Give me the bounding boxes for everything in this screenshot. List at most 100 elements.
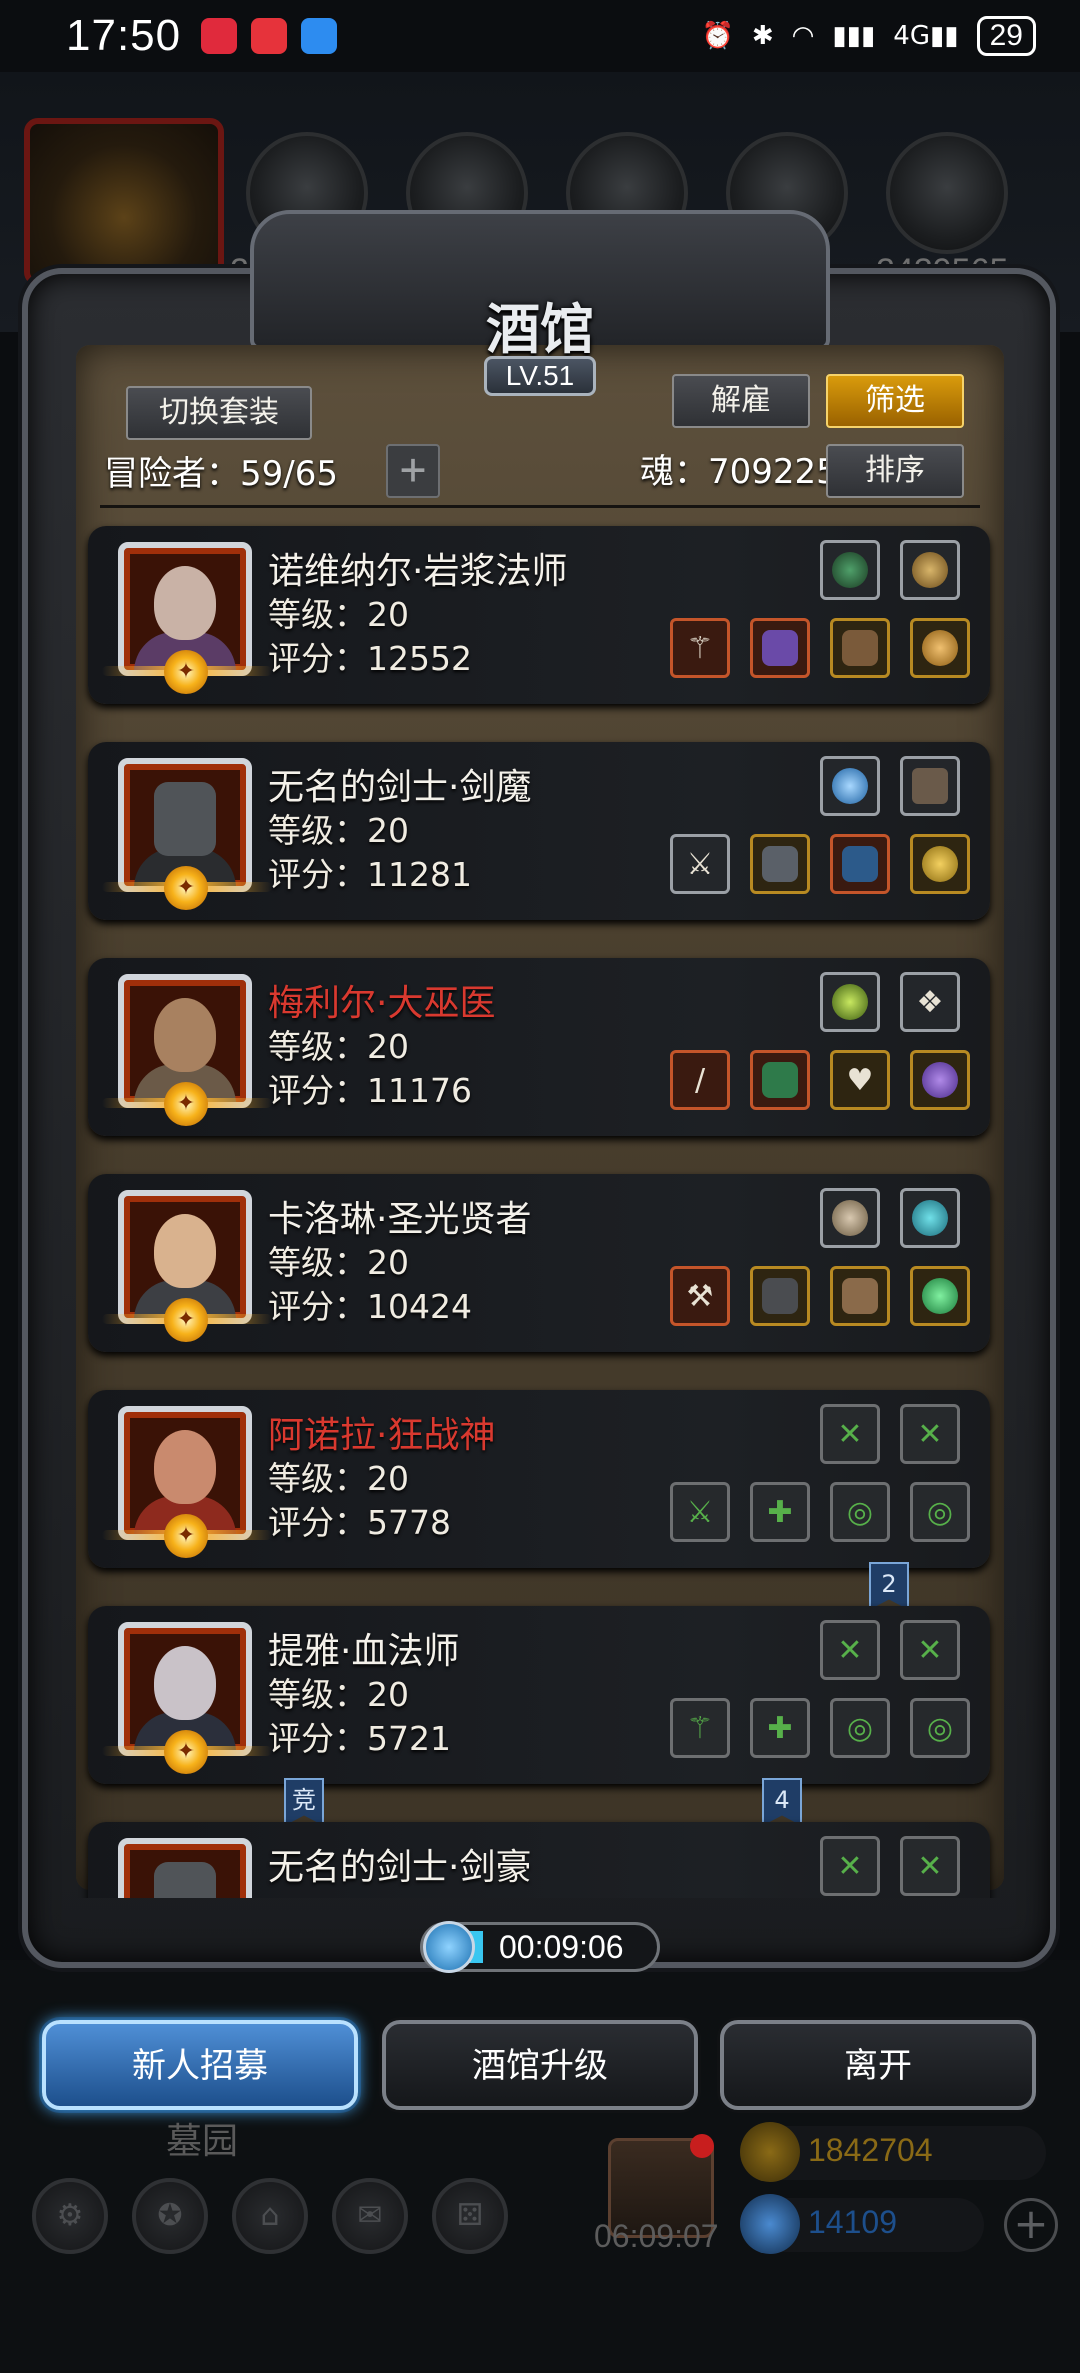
add-slot-button[interactable]: + bbox=[386, 444, 440, 498]
diamond-icon bbox=[740, 2194, 800, 2254]
amulet-slot-icon[interactable] bbox=[820, 540, 880, 600]
empty-weapon-slot-icon[interactable]: ⚚ bbox=[670, 1698, 730, 1758]
gold-coin-icon bbox=[740, 2122, 800, 2182]
upgrade-tavern-button[interactable]: 酒馆升级 bbox=[382, 2020, 698, 2110]
hero-face bbox=[154, 1646, 216, 1720]
armor-slot-icon[interactable] bbox=[750, 1266, 810, 1326]
hero-card[interactable]: ✦ 诺维纳尔·岩浆法师 等级：20 评分：12552 ⚚ bbox=[88, 526, 990, 704]
add-currency-button[interactable]: + bbox=[1004, 2198, 1058, 2252]
filter-button[interactable]: 筛选 bbox=[826, 374, 964, 428]
wand-slot-icon[interactable]: / bbox=[670, 1050, 730, 1110]
lantern-slot-icon[interactable] bbox=[820, 972, 880, 1032]
sword-slot-icon[interactable]: ⚔ bbox=[670, 834, 730, 894]
empty-slot-icon[interactable]: ✕ bbox=[820, 1620, 880, 1680]
status-app-icons bbox=[201, 18, 338, 54]
empty-ring-slot-icon[interactable]: ◎ bbox=[910, 1698, 970, 1758]
gem-slot-icon[interactable] bbox=[900, 1188, 960, 1248]
refresh-timer: 00:09:06 bbox=[420, 1921, 660, 1973]
sort-button[interactable]: 排序 bbox=[826, 444, 964, 498]
clock-icon bbox=[423, 1921, 475, 1973]
empty-slot-icon[interactable]: ✕ bbox=[900, 1620, 960, 1680]
shield-slot-icon[interactable] bbox=[830, 834, 890, 894]
crown-building-icon[interactable] bbox=[24, 118, 224, 286]
hero-portrait[interactable] bbox=[118, 1838, 252, 1898]
empty-slot-icon[interactable]: ✕ bbox=[820, 1836, 880, 1896]
hero-face bbox=[154, 566, 216, 640]
staff-slot-icon[interactable]: ⚚ bbox=[670, 618, 730, 678]
armor-slot-icon[interactable] bbox=[750, 618, 810, 678]
gold-currency: 1842704 bbox=[740, 2122, 1046, 2182]
adventurer-count: 冒险者：59/65 bbox=[104, 454, 338, 494]
gem-slot-icon[interactable] bbox=[820, 756, 880, 816]
hero-level: 等级：20 bbox=[268, 1675, 409, 1714]
emblem-slot-icon[interactable]: ❖ bbox=[900, 972, 960, 1032]
location-label: 墓园 bbox=[166, 2121, 239, 2162]
gear-icon[interactable]: ⚙ bbox=[32, 2178, 108, 2254]
ring-slot-icon[interactable] bbox=[910, 618, 970, 678]
hero-card[interactable]: ✦ 阿诺拉·狂战神 等级：20 评分：5778 ✕ ✕ ⚔ ✚ ◎ ◎ bbox=[88, 1390, 990, 1568]
signal-4g-icon: 4G▮▮ bbox=[893, 21, 959, 51]
page-title: 酒馆 bbox=[486, 297, 594, 361]
hero-card[interactable]: 无名的剑士·剑豪 ✕ ✕ bbox=[88, 1822, 990, 1898]
hero-list[interactable]: ✦ 诺维纳尔·岩浆法师 等级：20 评分：12552 ⚚ ✦ 无名的剑士·剑魔 … bbox=[76, 510, 1004, 1898]
hero-face bbox=[154, 1430, 216, 1504]
hero-card[interactable]: ✦ 梅利尔·大巫医 等级：20 评分：11176 ❖ / ♥ bbox=[88, 958, 990, 1136]
mail-icon[interactable]: ✉ bbox=[332, 2178, 408, 2254]
mask-slot-icon[interactable] bbox=[830, 1266, 890, 1326]
hero-level: 等级：20 bbox=[268, 1027, 409, 1066]
empty-slot-icon[interactable]: ✕ bbox=[900, 1404, 960, 1464]
hero-level: 等级：20 bbox=[268, 595, 409, 634]
alarm-icon: ⏰ bbox=[701, 21, 734, 51]
hero-name: 无名的剑士·剑豪 bbox=[268, 1847, 532, 1888]
empty-weapon-slot-icon[interactable]: ⚔ bbox=[670, 1482, 730, 1542]
empty-ring-slot-icon[interactable]: ◎ bbox=[830, 1482, 890, 1542]
position-tag: 2 bbox=[869, 1562, 909, 1610]
star-badge-icon[interactable]: ✪ bbox=[132, 2178, 208, 2254]
tome-slot-icon[interactable] bbox=[900, 756, 960, 816]
hero-card[interactable]: ✦ 卡洛琳·圣光贤者 等级：20 评分：10424 ⚒ bbox=[88, 1174, 990, 1352]
empty-ring-slot-icon[interactable]: ◎ bbox=[830, 1698, 890, 1758]
emerald-slot-icon[interactable] bbox=[910, 1266, 970, 1326]
hero-score: 评分：5721 bbox=[268, 1719, 451, 1758]
battery-indicator: 29 bbox=[976, 16, 1036, 56]
empty-slot-icon[interactable]: ✕ bbox=[900, 1836, 960, 1896]
hero-level: 等级：20 bbox=[268, 1243, 409, 1282]
empty-armor-slot-icon[interactable]: ✚ bbox=[750, 1482, 810, 1542]
armor-slot-icon[interactable] bbox=[750, 834, 810, 894]
hero-face bbox=[154, 782, 216, 856]
dismiss-button[interactable]: 解雇 bbox=[672, 374, 810, 428]
rank-star-icon: ✦ bbox=[164, 1730, 208, 1774]
armor-slot-icon[interactable] bbox=[750, 1050, 810, 1110]
tavern-level-badge: LV.51 bbox=[484, 356, 596, 396]
weather-app-icon bbox=[301, 18, 338, 54]
notification-dot bbox=[690, 2134, 714, 2158]
position-tag: 4 bbox=[762, 1778, 802, 1826]
hammer-slot-icon[interactable]: ⚒ bbox=[670, 1266, 730, 1326]
switch-set-button[interactable]: 切换套装 bbox=[126, 386, 312, 440]
hero-name: 诺维纳尔·岩浆法师 bbox=[268, 551, 568, 592]
empty-armor-slot-icon[interactable]: ✚ bbox=[750, 1698, 810, 1758]
ring-slot-icon[interactable] bbox=[910, 1050, 970, 1110]
hero-name: 阿诺拉·狂战神 bbox=[268, 1415, 496, 1456]
gold-value: 1842704 bbox=[808, 2132, 933, 2168]
medal-slot-icon[interactable] bbox=[900, 540, 960, 600]
guild-icon[interactable]: ⌂ bbox=[232, 2178, 308, 2254]
hero-card[interactable]: ✦ 无名的剑士·剑魔 等级：20 评分：11281 ⚔ bbox=[88, 742, 990, 920]
recruit-button[interactable]: 新人招募 bbox=[42, 2020, 358, 2110]
hero-score: 评分：10424 bbox=[268, 1287, 472, 1326]
empty-ring-slot-icon[interactable]: ◎ bbox=[910, 1482, 970, 1542]
diamond-value: 14109 bbox=[808, 2204, 897, 2240]
hero-name: 无名的剑士·剑魔 bbox=[268, 767, 532, 808]
leave-button[interactable]: 离开 bbox=[720, 2020, 1036, 2110]
hero-face bbox=[154, 1214, 216, 1288]
charm-slot-icon[interactable] bbox=[820, 1188, 880, 1248]
empty-slot-icon[interactable]: ✕ bbox=[820, 1404, 880, 1464]
status-bar: 17:50 ⏰ ✱ ◠ ▮▮▮ 4G▮▮ 29 bbox=[0, 0, 1080, 72]
ring-slot-icon[interactable] bbox=[910, 834, 970, 894]
rank-star-icon: ✦ bbox=[164, 650, 208, 694]
notes-app-icon bbox=[251, 18, 288, 54]
heart-slot-icon[interactable]: ♥ bbox=[830, 1050, 890, 1110]
hero-card[interactable]: ✦ 提雅·血法师 等级：20 评分：5721 ✕ ✕ ⚚ ✚ ◎ ◎ bbox=[88, 1606, 990, 1784]
helmet-slot-icon[interactable] bbox=[830, 618, 890, 678]
dice-icon[interactable]: ⚄ bbox=[432, 2178, 508, 2254]
